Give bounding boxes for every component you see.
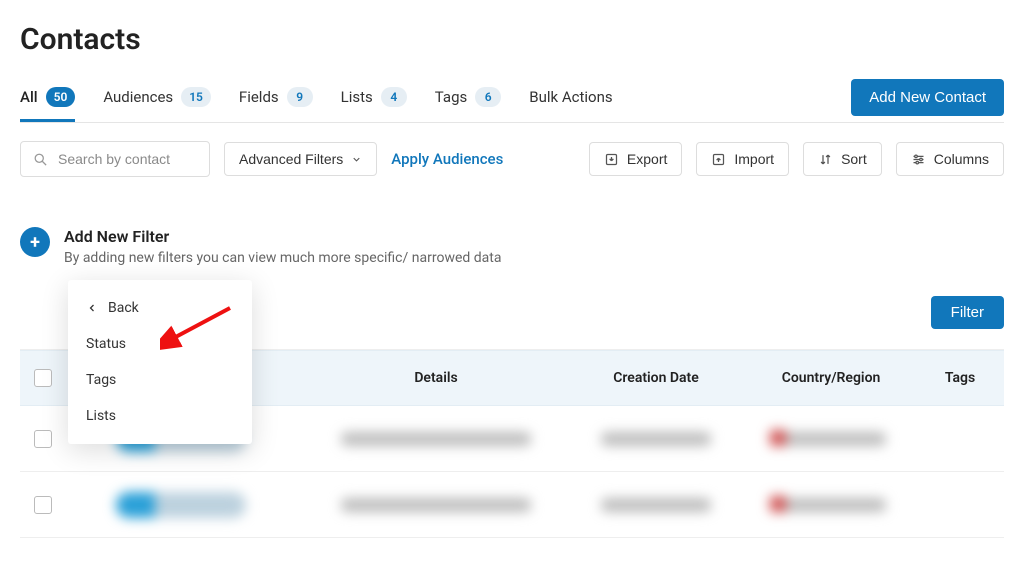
badge: 6: [475, 87, 501, 107]
redacted-date: [601, 498, 711, 512]
table-row: [20, 472, 1004, 538]
add-filter-section: + Add New Filter By adding new filters y…: [20, 227, 1004, 266]
sort-icon: [818, 152, 833, 167]
button-label: Export: [627, 151, 667, 167]
advanced-filters-button[interactable]: Advanced Filters: [224, 142, 377, 176]
tab-label: All: [20, 88, 38, 106]
row-checkbox[interactable]: [34, 430, 52, 448]
plus-icon: +: [30, 232, 40, 253]
add-new-contact-button[interactable]: Add New Contact: [851, 79, 1004, 116]
badge: 4: [381, 87, 407, 107]
tab-label: Audiences: [103, 88, 173, 106]
badge: 9: [287, 87, 313, 107]
popover-back-label: Back: [108, 300, 139, 316]
row-checkbox[interactable]: [34, 496, 52, 514]
redacted-details: [341, 498, 531, 512]
tab-label: Tags: [435, 88, 467, 106]
sliders-icon: [911, 152, 926, 167]
tab-all[interactable]: All 50: [20, 79, 75, 122]
popover-item-status[interactable]: Status: [68, 326, 252, 362]
page-title: Contacts: [20, 22, 1004, 57]
button-label: Advanced Filters: [239, 151, 343, 167]
tab-bulk-actions[interactable]: Bulk Actions: [529, 80, 612, 121]
add-filter-subtitle: By adding new filters you can view much …: [64, 250, 501, 266]
button-label: Sort: [841, 151, 867, 167]
select-all-checkbox[interactable]: [34, 369, 52, 387]
search-input[interactable]: [56, 150, 197, 168]
export-button[interactable]: Export: [589, 142, 682, 176]
import-icon: [711, 152, 726, 167]
import-button[interactable]: Import: [696, 142, 789, 176]
columns-button[interactable]: Columns: [896, 142, 1004, 176]
th-country: Country/Region: [746, 370, 916, 386]
toolbar: Advanced Filters Apply Audiences Export …: [20, 123, 1004, 187]
tab-label: Fields: [239, 88, 279, 106]
export-icon: [604, 152, 619, 167]
tab-fields[interactable]: Fields 9: [239, 79, 313, 122]
popover-back[interactable]: Back: [68, 290, 252, 326]
redacted-country: [776, 432, 886, 446]
search-icon: [33, 152, 48, 167]
filter-popover: Back Status Tags Lists: [68, 280, 252, 444]
filter-button[interactable]: Filter: [931, 296, 1004, 329]
redacted-name: [116, 492, 246, 518]
button-label: Import: [734, 151, 774, 167]
chevron-left-icon: [86, 302, 98, 314]
tab-audiences[interactable]: Audiences 15: [103, 79, 211, 122]
popover-item-lists[interactable]: Lists: [68, 398, 252, 434]
apply-audiences-link[interactable]: Apply Audiences: [391, 150, 503, 168]
redacted-details: [341, 432, 531, 446]
popover-item-tags[interactable]: Tags: [68, 362, 252, 398]
add-filter-title: Add New Filter: [64, 227, 501, 246]
badge: 50: [46, 87, 76, 107]
tab-tags[interactable]: Tags 6: [435, 79, 501, 122]
tabs-row: All 50 Audiences 15 Fields 9 Lists 4 Tag…: [20, 79, 1004, 123]
badge: 15: [181, 87, 211, 107]
tab-lists[interactable]: Lists 4: [341, 79, 407, 122]
th-details: Details: [306, 370, 566, 386]
chevron-down-icon: [351, 154, 362, 165]
redacted-date: [601, 432, 711, 446]
tab-label: Bulk Actions: [529, 88, 612, 106]
th-checkbox: [20, 369, 66, 387]
add-filter-text: Add New Filter By adding new filters you…: [64, 227, 501, 266]
redacted-country: [776, 498, 886, 512]
search-input-wrapper[interactable]: [20, 141, 210, 177]
th-tags: Tags: [916, 370, 1004, 386]
button-label: Columns: [934, 151, 989, 167]
add-filter-button[interactable]: +: [20, 227, 50, 257]
sort-button[interactable]: Sort: [803, 142, 882, 176]
th-creation-date: Creation Date: [566, 370, 746, 386]
tab-label: Lists: [341, 88, 373, 106]
tabs: All 50 Audiences 15 Fields 9 Lists 4 Tag…: [20, 79, 851, 122]
